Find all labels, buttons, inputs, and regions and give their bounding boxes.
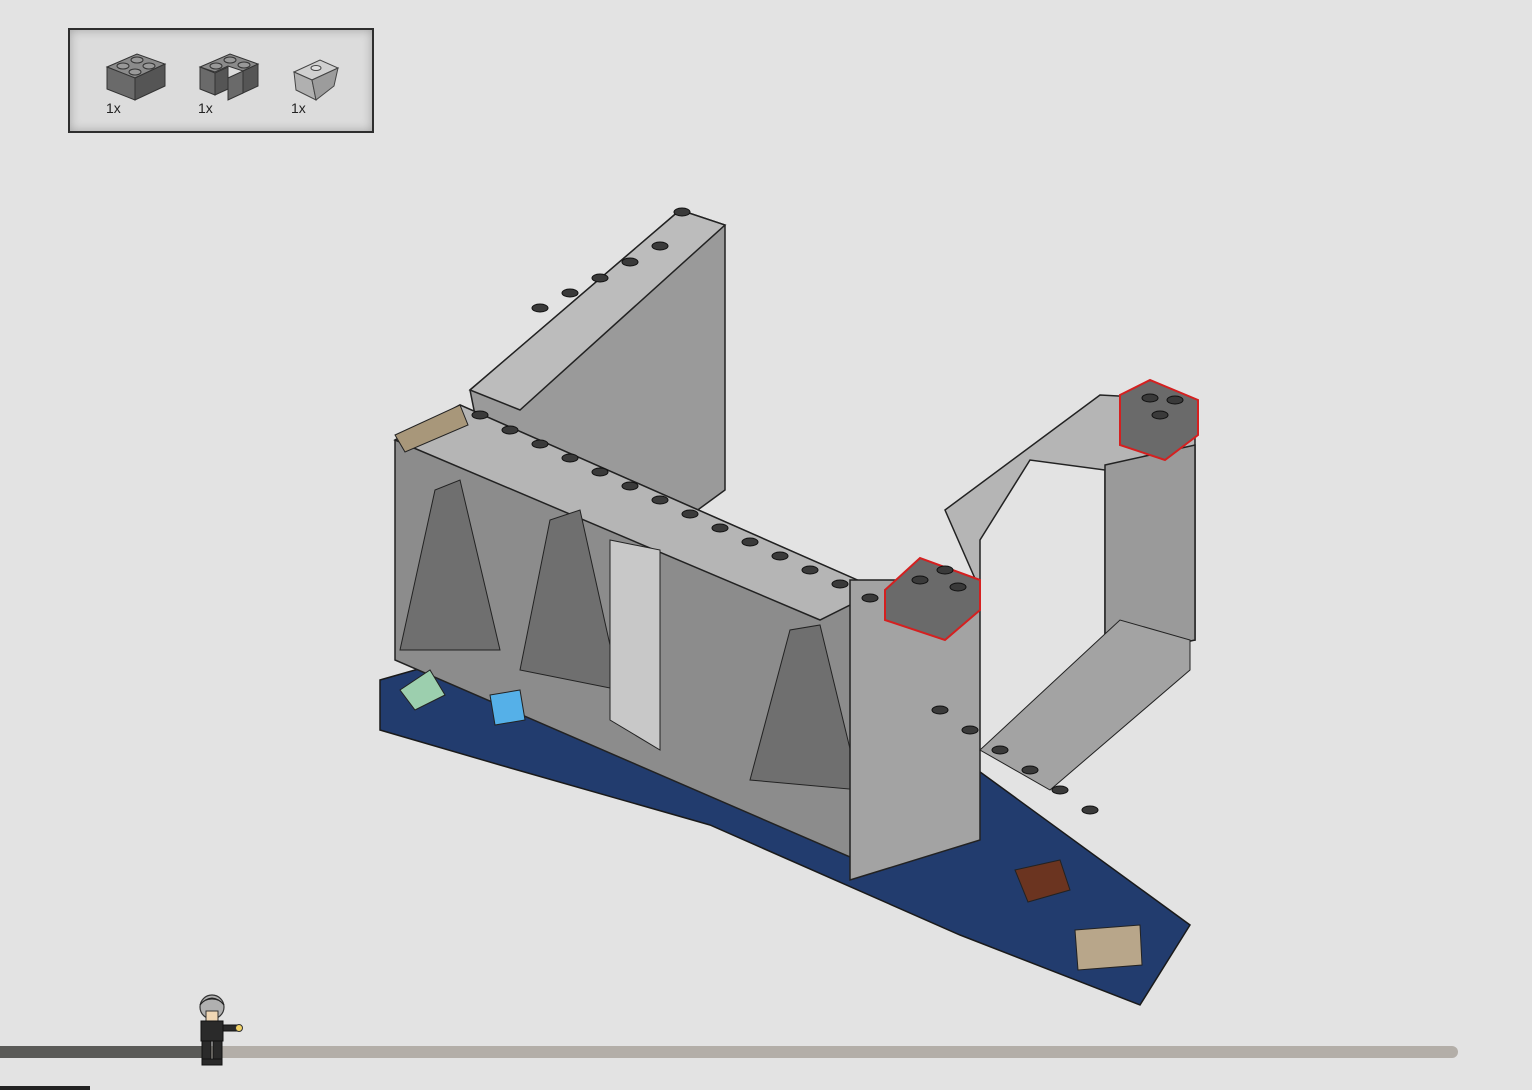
part-quantity-1: 1x bbox=[106, 100, 121, 116]
progress-bar-fill bbox=[0, 1046, 205, 1058]
minifigure-progress-icon bbox=[199, 994, 243, 1066]
page-corner-mark bbox=[0, 1086, 90, 1090]
lego-model-illustration bbox=[379, 207, 1199, 1006]
part-quantity-3: 1x bbox=[291, 100, 306, 116]
parts-callout-box: 1x 1x 1x bbox=[68, 28, 374, 133]
part-quantity-2: 1x bbox=[198, 100, 213, 116]
